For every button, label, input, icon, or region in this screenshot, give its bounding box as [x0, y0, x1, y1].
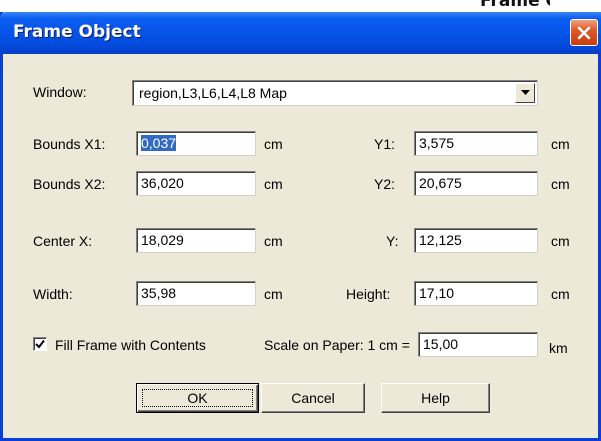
height-unit: cm — [551, 286, 570, 302]
center-y-unit: cm — [551, 233, 570, 249]
bounds-x2-value: 36,020 — [141, 175, 184, 191]
close-icon — [577, 26, 591, 39]
ok-button[interactable]: OK — [136, 383, 259, 413]
scale-input[interactable]: 15,00 — [418, 332, 538, 357]
fill-frame-checkbox[interactable] — [33, 337, 47, 351]
dialog-title: Frame Object — [13, 22, 141, 42]
center-x-value: 18,029 — [141, 232, 184, 248]
frame-object-dialog — [0, 12, 601, 441]
bounds-y1-label: Y1: — [374, 136, 396, 152]
center-y-label: Y: — [386, 233, 399, 249]
scale-label: Scale on Paper: 1 cm = — [264, 337, 410, 353]
fill-frame-label[interactable]: Fill Frame with Contents — [55, 337, 206, 353]
close-button[interactable] — [570, 19, 598, 46]
help-button-label: Help — [421, 390, 450, 406]
bounds-x1-label: Bounds X1: — [33, 136, 106, 152]
window-select-value: region,L3,L6,L4,L8 Map — [139, 85, 287, 101]
bounds-y2-label: Y2: — [374, 176, 396, 192]
center-x-input[interactable]: 18,029 — [136, 228, 256, 253]
bounds-x2-unit: cm — [264, 176, 283, 192]
height-input[interactable]: 17,10 — [414, 281, 538, 306]
bounds-y2-value: 20,675 — [419, 175, 462, 191]
width-unit: cm — [264, 286, 283, 302]
cancel-button[interactable]: Cancel — [261, 383, 365, 413]
scale-value: 15,00 — [423, 336, 459, 352]
background-window-title: Frame Object — [480, 0, 550, 10]
bounds-y1-value: 3,575 — [419, 135, 455, 151]
height-label: Height: — [346, 286, 391, 302]
bounds-x1-input[interactable]: 0,037 — [136, 131, 256, 156]
bounds-x1-value: 0,037 — [141, 135, 177, 151]
focus-rectangle — [142, 389, 253, 407]
bounds-x2-label: Bounds X2: — [33, 176, 106, 192]
center-y-value: 12,125 — [419, 232, 462, 248]
bounds-x2-input[interactable]: 36,020 — [136, 171, 256, 196]
bounds-y1-input[interactable]: 3,575 — [414, 131, 538, 156]
window-select[interactable]: region,L3,L6,L4,L8 Map — [132, 80, 538, 106]
center-x-unit: cm — [264, 233, 283, 249]
scale-unit: km — [549, 340, 568, 356]
bounds-y2-unit: cm — [551, 176, 570, 192]
height-value: 17,10 — [419, 285, 455, 301]
title-bar[interactable]: Frame Object — [0, 12, 601, 54]
width-input[interactable]: 35,98 — [136, 281, 256, 306]
bounds-x1-unit: cm — [264, 136, 283, 152]
checkmark-icon — [35, 339, 45, 349]
background-window-title-text: Frame Object — [480, 0, 550, 10]
bounds-y2-input[interactable]: 20,675 — [414, 171, 538, 196]
center-y-input[interactable]: 12,125 — [414, 228, 538, 253]
width-label: Width: — [33, 286, 73, 302]
width-value: 35,98 — [141, 285, 177, 301]
center-x-label: Center X: — [33, 233, 93, 249]
window-label: Window: — [33, 84, 87, 100]
cancel-button-label: Cancel — [291, 390, 335, 406]
help-button[interactable]: Help — [381, 383, 490, 413]
dropdown-arrow-button[interactable] — [515, 83, 535, 103]
chevron-down-icon — [520, 90, 530, 95]
bounds-y1-unit: cm — [551, 136, 570, 152]
